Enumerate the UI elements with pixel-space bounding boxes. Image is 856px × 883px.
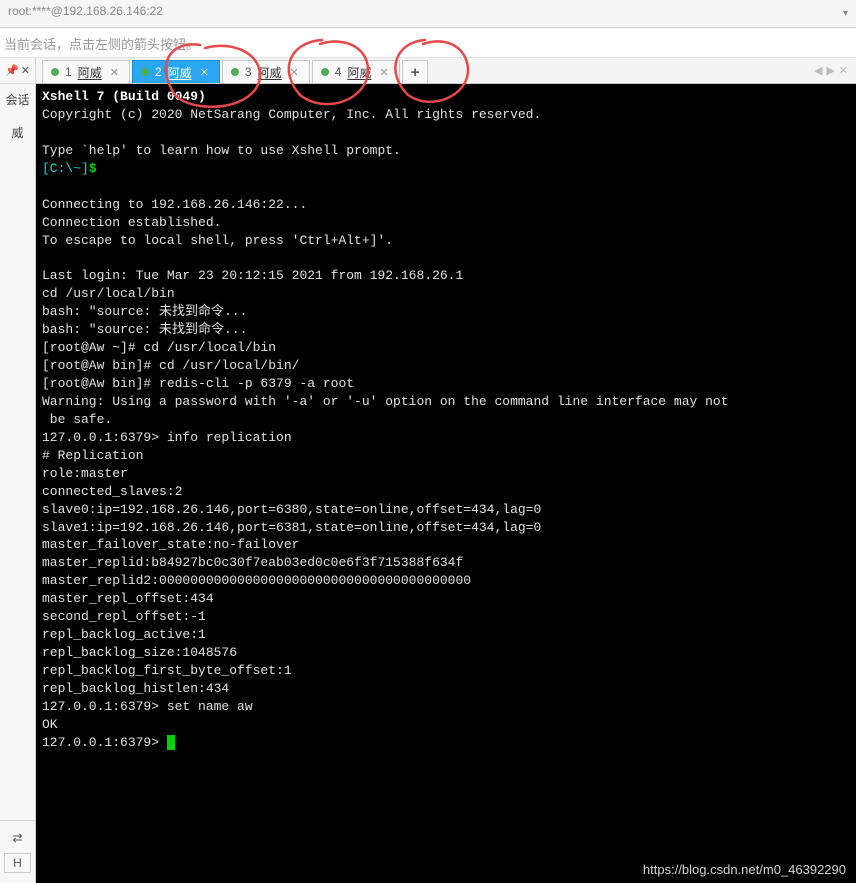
terminal-cursor (167, 735, 175, 750)
terminal-prompt-symbol: $ (89, 161, 97, 176)
terminal-line: [root@Aw bin]# cd /usr/local/bin/ (42, 358, 299, 373)
terminal-line: Copyright (c) 2020 NetSarang Computer, I… (42, 107, 541, 122)
terminal-line: OK (42, 717, 58, 732)
status-dot-icon (321, 68, 329, 76)
left-sidebar: 📌 ✕ 会话 威 ⇄ H (0, 58, 36, 883)
tab-label: 阿威 (78, 64, 102, 81)
terminal-prompt: [C:\~] (42, 161, 89, 176)
terminal-line: repl_backlog_first_byte_offset:1 (42, 663, 292, 678)
sidebar-transfer-icon[interactable]: ⇄ (0, 827, 35, 849)
terminal-line: bash: "source: 未找到命令... (42, 304, 247, 319)
sidebar-letter-h[interactable]: H (4, 853, 31, 873)
tab-label: 阿威 (347, 64, 371, 81)
tab-bar: 1 阿威 ✕ 2 阿威 ✕ 3 阿威 ✕ 4 阿威 ✕ (36, 58, 856, 84)
new-tab-button[interactable]: + (402, 60, 429, 83)
tab-nav-right-icon[interactable]: ▶ (826, 64, 834, 77)
terminal-line: repl_backlog_size:1048576 (42, 645, 237, 660)
terminal-line: Connecting to 192.168.26.146:22... (42, 197, 307, 212)
status-dot-icon (141, 68, 149, 76)
watermark-text: https://blog.csdn.net/m0_46392290 (643, 861, 846, 879)
pin-icon[interactable]: 📌 (5, 64, 19, 77)
tab-label: 阿威 (258, 64, 282, 81)
tab-number: 2 (155, 65, 162, 79)
status-dot-icon (231, 68, 239, 76)
tab-close-icon[interactable]: ✕ (288, 66, 301, 79)
terminal-line: repl_backlog_active:1 (42, 627, 206, 642)
terminal-line: Type `help' to learn how to use Xshell p… (42, 143, 401, 158)
terminal-line: connected_slaves:2 (42, 484, 182, 499)
terminal-line: [root@Aw bin]# redis-cli -p 6379 -a root (42, 376, 354, 391)
status-dot-icon (51, 68, 59, 76)
terminal-line: Last login: Tue Mar 23 20:12:15 2021 fro… (42, 268, 463, 283)
session-tab-3[interactable]: 3 阿威 ✕ (222, 60, 310, 83)
window-title: root:****@192.168.26.146:22 (8, 4, 163, 18)
terminal-line: Warning: Using a password with '-a' or '… (42, 394, 729, 409)
sidebar-label-sessions[interactable]: 会话 (0, 84, 35, 117)
terminal-line: Connection established. (42, 215, 221, 230)
terminal-line: be safe. (42, 412, 112, 427)
plus-icon: + (411, 64, 420, 81)
tab-label: 阿威 (168, 64, 192, 81)
terminal-line: master_replid2:0000000000000000000000000… (42, 573, 471, 588)
tab-close-icon[interactable]: ✕ (377, 66, 390, 79)
terminal-output[interactable]: Xshell 7 (Build 0049) Copyright (c) 2020… (36, 84, 856, 883)
terminal-line: master_replid:b84927bc0c30f7eab03ed0c0e6… (42, 555, 463, 570)
tab-nav-left-icon[interactable]: ◀ (814, 64, 822, 77)
terminal-line: master_repl_offset:434 (42, 591, 214, 606)
terminal-line: [root@Aw ~]# cd /usr/local/bin (42, 340, 276, 355)
terminal-line: 127.0.0.1:6379> (42, 735, 167, 750)
terminal-line: To escape to local shell, press 'Ctrl+Al… (42, 233, 393, 248)
tab-number: 4 (335, 65, 342, 79)
terminal-line: master_failover_state:no-failover (42, 537, 299, 552)
tab-nav-close-icon[interactable]: ✕ (839, 64, 848, 77)
hint-bar: 当前会话，点击左侧的箭头按钮。 (0, 28, 856, 58)
terminal-line: 127.0.0.1:6379> info replication (42, 430, 292, 445)
titlebar-dropdown-icon[interactable]: ▾ (843, 8, 848, 19)
hint-text: 当前会话，点击左侧的箭头按钮。 (4, 37, 199, 52)
terminal-line: # Replication (42, 448, 143, 463)
terminal-line: cd /usr/local/bin (42, 286, 175, 301)
session-tab-4[interactable]: 4 阿威 ✕ (312, 60, 400, 83)
session-tab-2[interactable]: 2 阿威 ✕ (132, 60, 220, 83)
terminal-line: repl_backlog_histlen:434 (42, 681, 229, 696)
terminal-line: role:master (42, 466, 128, 481)
tab-number: 1 (65, 65, 72, 79)
window-titlebar: root:****@192.168.26.146:22 ▾ (0, 0, 856, 28)
terminal-line: slave1:ip=192.168.26.146,port=6381,state… (42, 520, 541, 535)
tab-close-icon[interactable]: ✕ (198, 66, 211, 79)
terminal-line: slave0:ip=192.168.26.146,port=6380,state… (42, 502, 541, 517)
session-tab-1[interactable]: 1 阿威 ✕ (42, 60, 130, 83)
tab-close-icon[interactable]: ✕ (108, 66, 121, 79)
terminal-line: Xshell 7 (Build 0049) (42, 89, 206, 104)
terminal-line: second_repl_offset:-1 (42, 609, 206, 624)
close-sidebar-icon[interactable]: ✕ (21, 64, 30, 77)
terminal-line: bash: "source: 未找到命令... (42, 322, 247, 337)
sidebar-label-wei[interactable]: 威 (0, 117, 35, 150)
tab-number: 3 (245, 65, 252, 79)
terminal-line: 127.0.0.1:6379> set name aw (42, 699, 253, 714)
